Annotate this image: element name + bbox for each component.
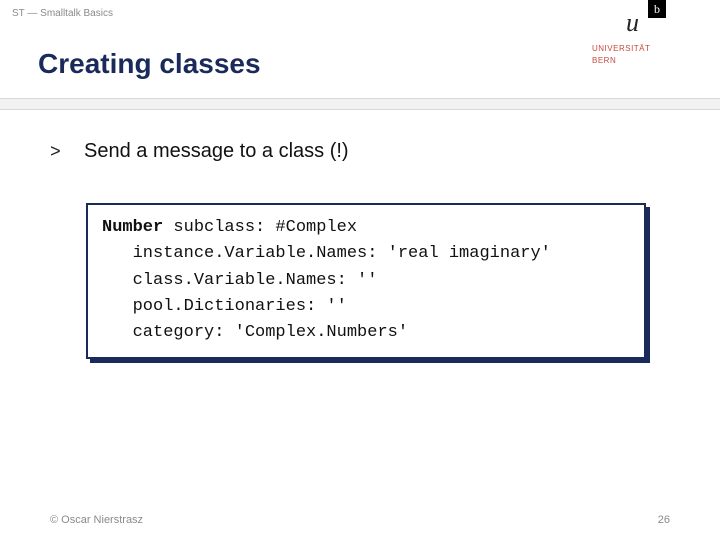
code-line-3: class.Variable.Names: '' (102, 271, 377, 290)
code-line-2: instance.Variable.Names: 'real imaginary… (102, 244, 551, 263)
bullet-marker-icon: > (50, 143, 84, 163)
university-logo: u b UNIVERSITÄT BERN (592, 6, 692, 65)
code-block-content: Number subclass: #Complex instance.Varia… (86, 203, 646, 359)
code-line-1: subclass: #Complex (163, 218, 357, 237)
code-line-4: pool.Dictionaries: '' (102, 297, 347, 316)
logo-letter-u: u (626, 8, 639, 38)
page-number: 26 (658, 514, 670, 526)
logo-university-line2: BERN (592, 56, 692, 66)
footer: © Oscar Nierstrasz 26 (50, 514, 670, 526)
divider-stripe (0, 98, 720, 110)
header: ST — Smalltalk Basics Creating classes u… (0, 0, 720, 98)
code-line-5: category: 'Complex.Numbers' (102, 323, 408, 342)
logo-letter-b: b (648, 0, 666, 18)
page-title: Creating classes (38, 48, 261, 80)
code-block: Number subclass: #Complex instance.Varia… (86, 203, 646, 359)
copyright: © Oscar Nierstrasz (50, 514, 143, 526)
slide-content: > Send a message to a class (!) Number s… (0, 110, 720, 359)
logo-mark: u b (592, 6, 692, 42)
bullet-text: Send a message to a class (!) (84, 140, 349, 163)
logo-university-line1: UNIVERSITÄT (592, 44, 692, 54)
code-keyword: Number (102, 218, 163, 237)
breadcrumb: ST — Smalltalk Basics (12, 8, 113, 19)
bullet-item: > Send a message to a class (!) (50, 140, 670, 163)
